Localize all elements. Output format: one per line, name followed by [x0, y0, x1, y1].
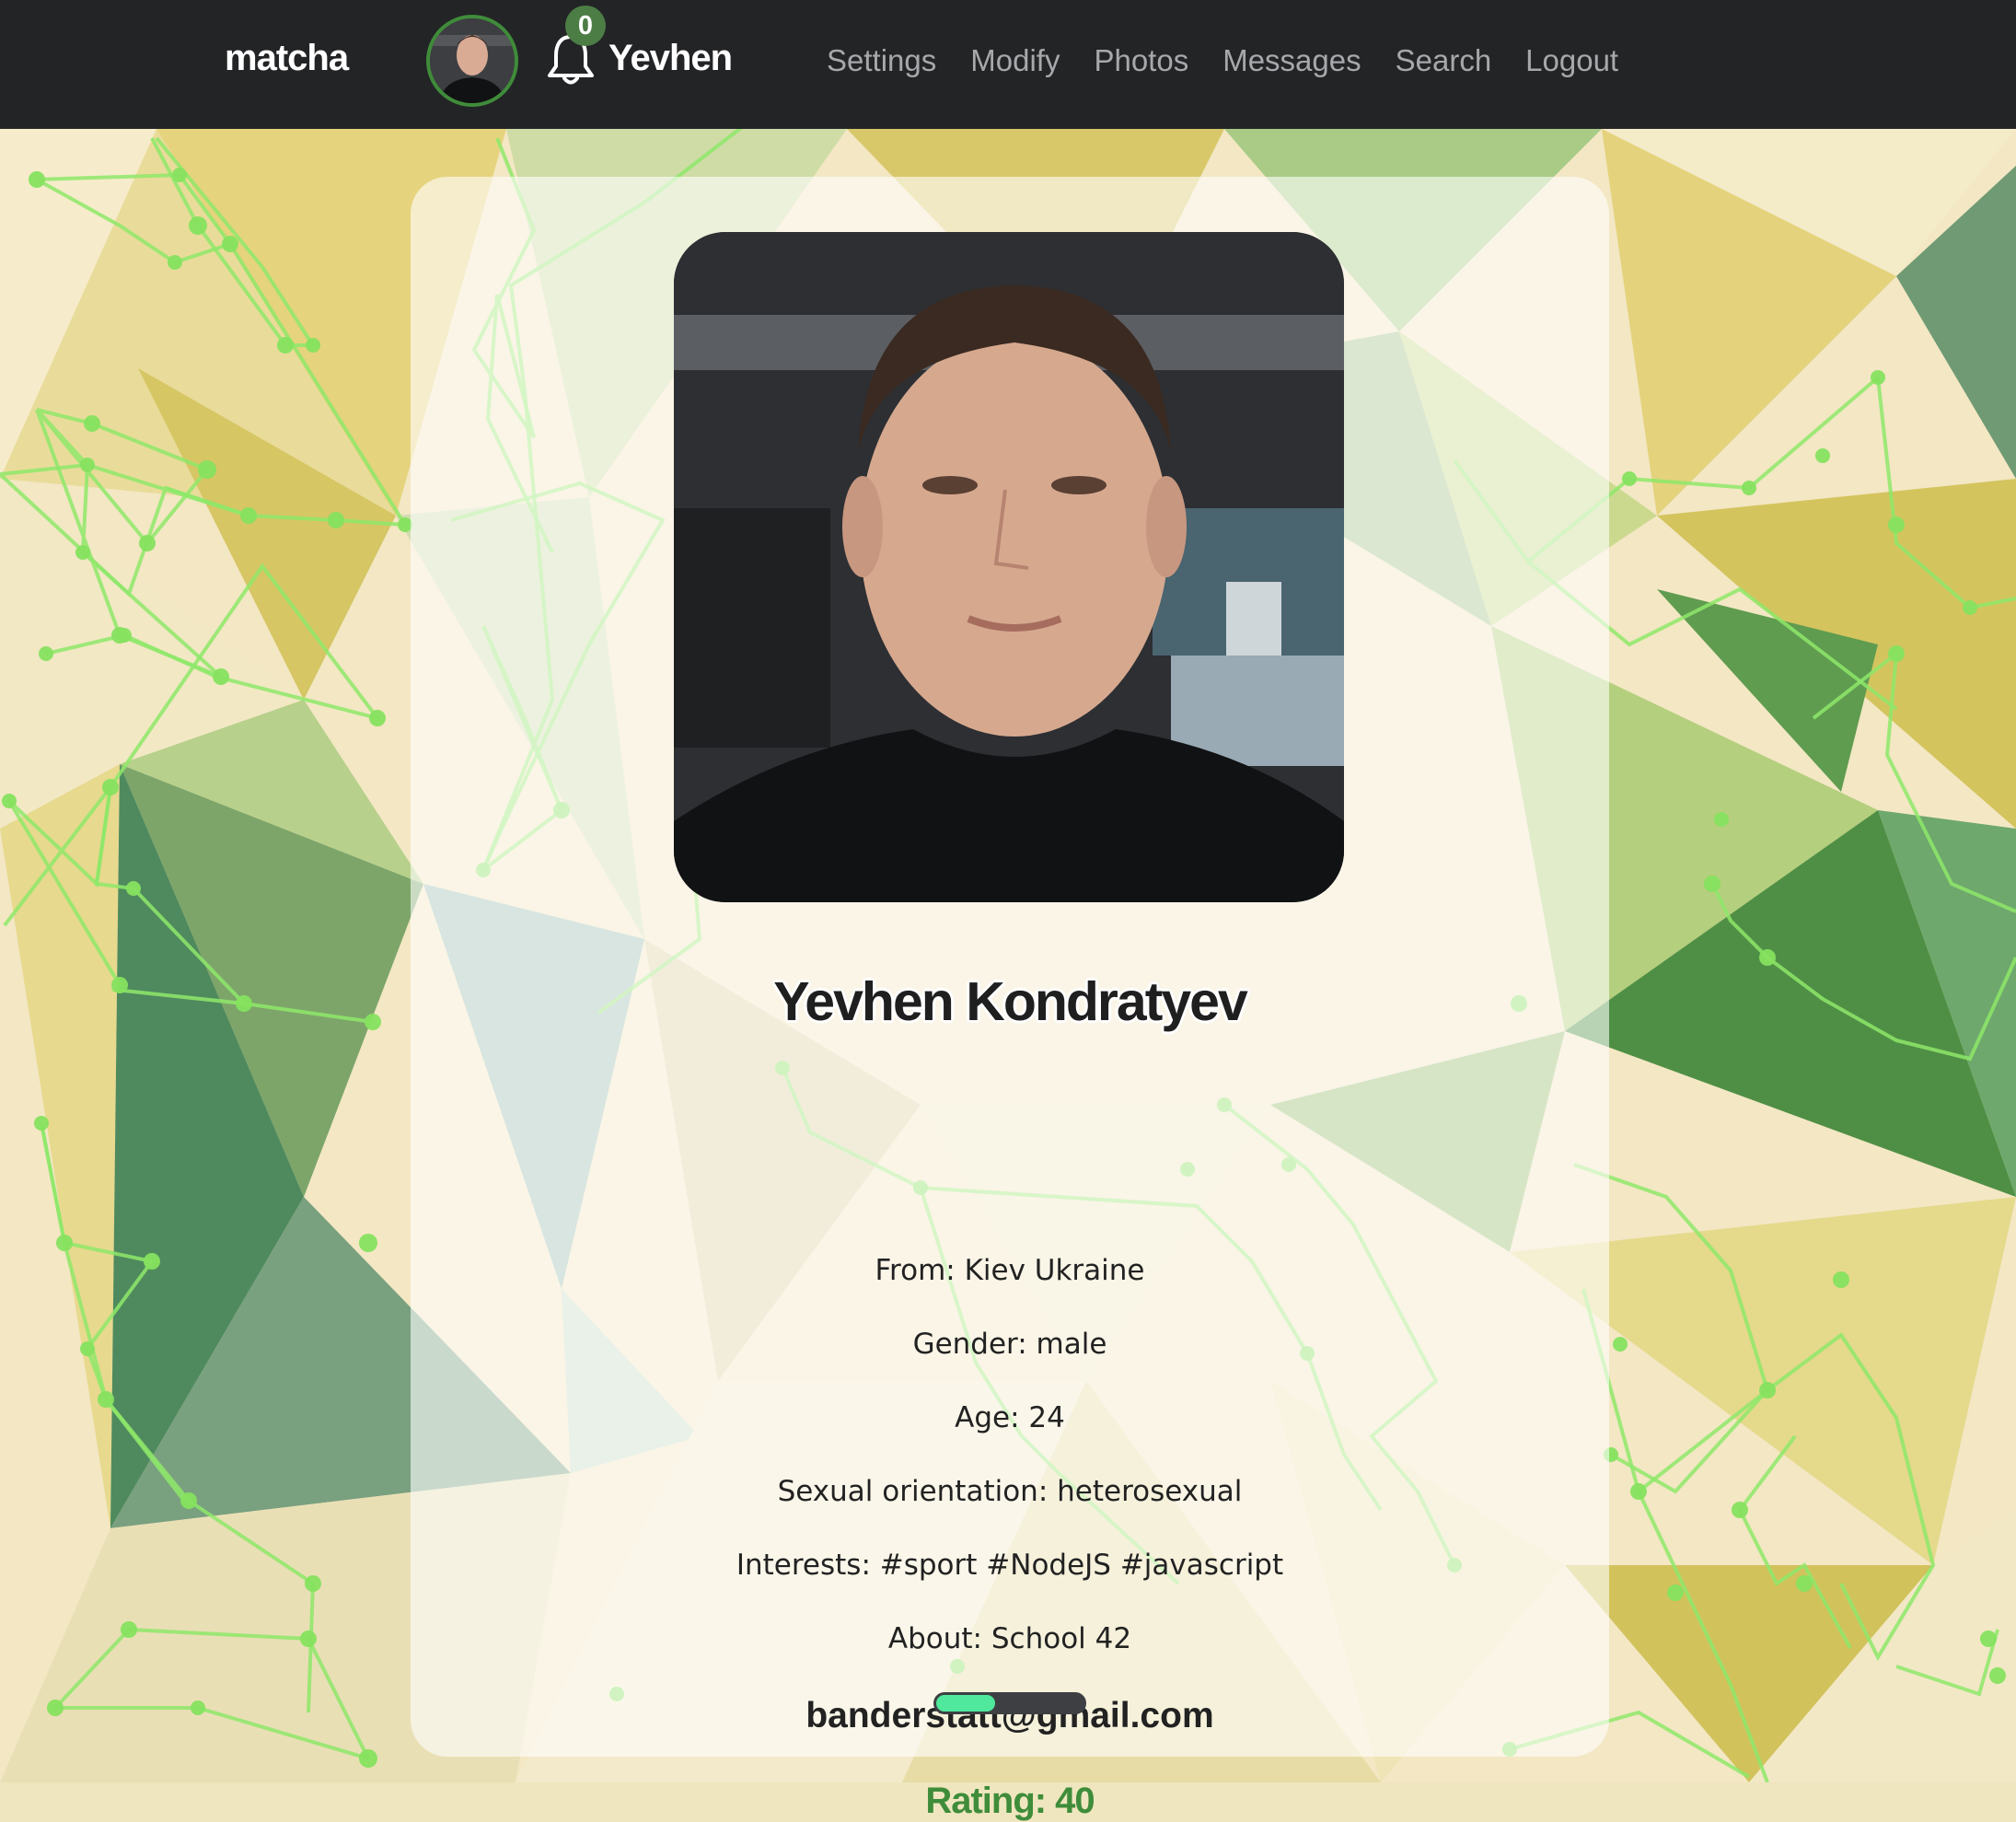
rating-progress-bar: [933, 1692, 1086, 1714]
profile-age: Age: 24: [955, 1401, 1065, 1434]
profile-full-name: Yevhen Kondratyev: [773, 971, 1248, 1032]
avatar-photo: [430, 18, 515, 103]
notification-count-badge: 0: [565, 6, 606, 46]
nav-link-messages[interactable]: Messages: [1222, 41, 1361, 81]
top-navbar: matcha 0 Yevhen Settings Modify Photos M…: [0, 0, 2016, 129]
nav-link-search[interactable]: Search: [1396, 41, 1492, 81]
profile-from: From: Kiev Ukraine: [875, 1254, 1145, 1287]
nav-links: Settings Modify Photos Messages Search L…: [827, 41, 1618, 81]
brand-logo-link[interactable]: matcha: [225, 33, 349, 83]
nav-link-logout[interactable]: Logout: [1525, 41, 1618, 81]
profile-interests: Interests: #sport #NodeJS #javascript: [736, 1549, 1284, 1582]
profile-rating: Rating: 40: [925, 1781, 1095, 1821]
profile-gender: Gender: male: [912, 1328, 1107, 1361]
nav-link-modify[interactable]: Modify: [970, 41, 1060, 81]
nav-link-settings[interactable]: Settings: [827, 41, 936, 81]
profile-orientation: Sexual orientation: heterosexual: [777, 1475, 1243, 1508]
profile-about: About: School 42: [887, 1622, 1132, 1655]
rating-progress-fill: [936, 1695, 995, 1712]
profile-card: Yevhen Kondratyev From: Kiev Ukraine Gen…: [411, 177, 1609, 1821]
nav-link-photos[interactable]: Photos: [1094, 41, 1188, 81]
username-label[interactable]: Yevhen: [608, 33, 733, 83]
profile-photo: [674, 232, 1344, 902]
user-avatar[interactable]: [426, 15, 518, 107]
